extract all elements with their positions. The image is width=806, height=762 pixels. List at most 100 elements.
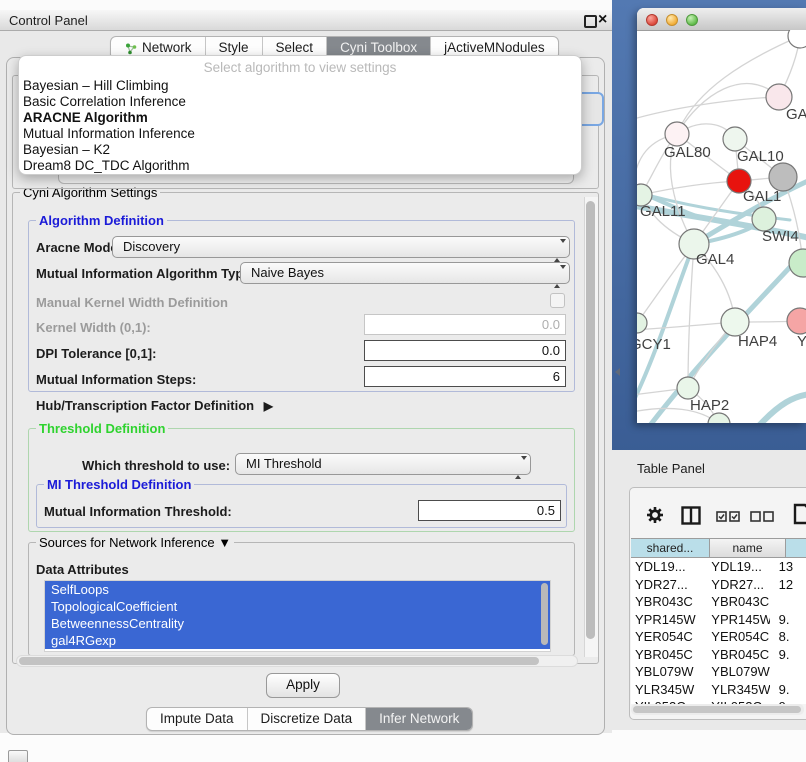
table-row[interactable]: YPR145WYPR145W9. — [631, 611, 806, 629]
mi-type-select[interactable]: Naive Bayes — [240, 262, 570, 284]
screen: Control Panel × Network Style Select Cyn… — [0, 0, 806, 762]
mi-steps-label: Mutual Information Steps: — [36, 372, 196, 387]
algorithm-option[interactable]: Basic Correlation Inference — [19, 94, 581, 110]
network-node-label: GAL11 — [640, 203, 686, 220]
splitter-collapse-icon[interactable] — [615, 368, 620, 376]
table-cell — [770, 663, 806, 681]
network-node[interactable] — [677, 377, 699, 399]
sources-group-title[interactable]: Sources for Network Inference ▼ — [36, 535, 234, 550]
table-cell: YER054C — [631, 628, 701, 646]
table-cell: 9. — [770, 681, 806, 699]
mi-steps-field[interactable]: 6 — [364, 366, 566, 387]
kernel-width-label: Kernel Width (0,1): — [36, 320, 151, 335]
which-threshold-select[interactable]: MI Threshold — [235, 453, 531, 475]
network-node-label: GAL4 — [696, 251, 734, 268]
document-icon[interactable] — [793, 503, 806, 525]
network-edge — [641, 181, 739, 195]
network-node-label: SWI4 — [762, 228, 799, 245]
column-header-cut[interactable] — [786, 538, 806, 558]
table-cell: YDL19... — [631, 558, 701, 576]
column-header-shared-name[interactable]: shared... — [631, 538, 710, 558]
table-cell: 9. — [770, 611, 806, 629]
spinner-icon — [554, 241, 562, 261]
tab-infer-network[interactable]: Infer Network — [366, 708, 472, 730]
algorithm-option[interactable]: Dream8 DC_TDC Algorithm — [19, 158, 581, 174]
close-icon[interactable]: × — [598, 9, 607, 30]
algorithm-option[interactable]: Bayesian – K2 — [19, 142, 581, 158]
apply-button[interactable]: Apply — [266, 673, 340, 698]
control-panel-title: Control Panel — [9, 13, 88, 28]
attribute-item-selected[interactable]: SelfLoops — [45, 581, 550, 598]
spinner-icon — [515, 458, 523, 478]
table-cell: YBR043C — [701, 593, 769, 611]
deselect-all-checkboxes-icon[interactable] — [750, 511, 774, 522]
network-node[interactable] — [787, 308, 806, 334]
network-node[interactable] — [721, 308, 749, 336]
network-node-label: HAP2 — [690, 397, 729, 414]
dpi-tolerance-label: DPI Tolerance [0,1]: — [36, 346, 156, 361]
settings-vertical-scrollbar-thumb[interactable] — [586, 201, 595, 639]
network-canvas[interactable]: GALGAL80GAL10GAL1GAL11SWI4GAL4GCY1HAP4YH… — [637, 30, 806, 423]
network-node[interactable] — [708, 413, 730, 423]
algorithm-option[interactable]: Bayesian – Hill Climbing — [19, 78, 581, 94]
table-row[interactable]: YLR345WYLR345W9. — [631, 681, 806, 699]
list-scrollbar-thumb[interactable] — [541, 583, 548, 645]
table-cell: YBL079W — [631, 663, 701, 681]
network-node[interactable] — [788, 30, 806, 48]
column-header-name[interactable]: name — [710, 538, 786, 558]
algorithm-option-selected[interactable]: ARACNE Algorithm — [19, 110, 581, 126]
close-traffic-light[interactable] — [646, 14, 658, 26]
float-window-icon[interactable] — [584, 15, 597, 28]
network-node-label: GAL1 — [743, 188, 781, 205]
table-row[interactable]: YBR043CYBR043C — [631, 593, 806, 611]
aracne-mode-select[interactable]: Discovery — [112, 236, 570, 258]
algorithm-option[interactable]: Mutual Information Inference — [19, 126, 581, 142]
collapse-arrow-icon: ▼ — [218, 535, 231, 550]
table-row[interactable]: YDL19...YDL19...13 — [631, 558, 806, 576]
network-view-window: GALGAL80GAL10GAL1GAL11SWI4GAL4GCY1HAP4YH… — [637, 8, 806, 423]
attribute-item-selected[interactable]: TopologicalCoefficient — [45, 598, 550, 615]
network-graph-icon — [124, 42, 137, 55]
manual-kernel-label: Manual Kernel Width Definition — [36, 295, 228, 310]
zoom-traffic-light[interactable] — [686, 14, 698, 26]
table-panel-title: Table Panel — [637, 461, 705, 476]
settings-horizontal-scrollbar-thumb[interactable] — [19, 657, 539, 665]
expand-arrow-icon: ▶ — [258, 399, 273, 413]
which-threshold-label: Which threshold to use: — [82, 458, 230, 473]
table-row[interactable]: YER054CYER054C8. — [631, 628, 806, 646]
mi-threshold-field[interactable]: 0.5 — [418, 500, 561, 521]
select-all-checkboxes-icon[interactable] — [716, 511, 740, 522]
network-node[interactable] — [769, 163, 797, 191]
table-cell: YLR345W — [631, 681, 701, 699]
table-cell — [770, 593, 806, 611]
data-attributes-label: Data Attributes — [36, 562, 129, 577]
tab-discretize-data[interactable]: Discretize Data — [248, 708, 367, 730]
attribute-item-selected[interactable]: gal4RGexp — [45, 632, 550, 649]
tab-impute-data[interactable]: Impute Data — [147, 708, 248, 730]
table-rows: YDL19...YDL19...13YDR27...YDR27...12YBR0… — [631, 558, 806, 704]
table-row[interactable]: YBL079WYBL079W — [631, 663, 806, 681]
network-node-label: GCY1 — [637, 336, 671, 353]
network-edge — [637, 322, 735, 330]
settings-gear-icon[interactable] — [645, 505, 665, 525]
dpi-tolerance-field[interactable]: 0.0 — [364, 340, 566, 361]
table-row[interactable]: YBR045CYBR045C9. — [631, 646, 806, 664]
group-title: MI Threshold Definition — [44, 477, 194, 492]
network-node[interactable] — [789, 249, 806, 277]
minimized-panel-icon[interactable] — [8, 750, 28, 762]
hub-definition-expander[interactable]: Hub/Transcription Factor Definition ▶ — [36, 398, 273, 413]
minimize-traffic-light[interactable] — [666, 14, 678, 26]
network-window-titlebar[interactable] — [637, 8, 806, 31]
table-cell: YPR145W — [631, 611, 701, 629]
group-title: Algorithm Definition — [36, 213, 167, 228]
table-row[interactable]: YDR27...YDR27...12 — [631, 576, 806, 594]
table-cell: YDL19... — [701, 558, 769, 576]
split-columns-icon[interactable] — [681, 506, 701, 525]
table-horizontal-scrollbar-thumb[interactable] — [633, 706, 801, 713]
network-node[interactable] — [637, 313, 647, 333]
popup-placeholder: Select algorithm to view settings — [19, 56, 581, 78]
attribute-item-selected[interactable]: BetweennessCentrality — [45, 615, 550, 632]
kernel-width-field[interactable]: 0.0 — [364, 314, 566, 335]
manual-kernel-checkbox[interactable] — [550, 293, 565, 308]
network-node[interactable] — [665, 122, 689, 146]
